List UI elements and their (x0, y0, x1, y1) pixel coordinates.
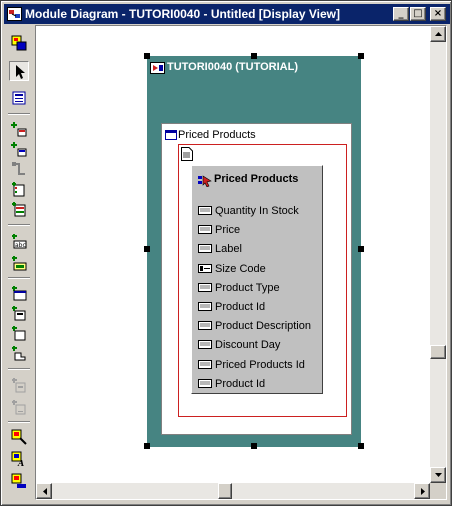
diagram-toolbar: abc A (4, 25, 34, 504)
module-title: TUTORI0040 (TUTORIAL) (167, 61, 298, 73)
horizontal-scrollbar[interactable] (36, 483, 430, 499)
create-action-item-icon[interactable] (9, 303, 29, 323)
minimize-button[interactable]: _ (393, 7, 409, 21)
scroll-up-button[interactable] (430, 26, 446, 42)
document-icon (181, 147, 193, 164)
selection-handle[interactable] (144, 53, 150, 59)
text-item-icon (198, 282, 212, 295)
svg-text:A: A (17, 458, 24, 467)
attribute-label: Product Description (215, 320, 311, 333)
window-title: Module Diagram - TUTORI0040 - Untitled [… (25, 7, 340, 21)
attribute-label: Product Id (215, 300, 266, 313)
toolbar-separator (8, 113, 30, 115)
toolbar-separator (8, 224, 30, 226)
content-canvas-block[interactable]: Priced Products Quantity In Stock Price La… (178, 144, 347, 417)
create-unbound-item-icon[interactable] (9, 253, 29, 273)
scroll-left-button[interactable] (36, 483, 52, 499)
text-item-icon (198, 225, 212, 237)
disabled-tool-icon-2 (9, 397, 29, 417)
text-item-icon (198, 301, 212, 314)
create-window-icon[interactable] (9, 283, 29, 303)
horizontal-scroll-thumb[interactable] (218, 483, 232, 499)
text-item-icon (198, 359, 212, 372)
selection-handle[interactable] (144, 246, 150, 252)
attribute-label: Price (215, 224, 241, 237)
create-bound-item-icon[interactable]: abc (9, 231, 29, 251)
format-icon[interactable] (9, 427, 29, 447)
attribute-label: Product Id (215, 377, 266, 390)
scroll-down-button[interactable] (430, 467, 446, 483)
text-item-icon (198, 244, 212, 256)
selection-handle[interactable] (358, 53, 364, 59)
window-form[interactable]: Priced Products Priced Products Quantity… (161, 123, 352, 435)
toolbar-separator (8, 277, 30, 279)
disabled-tool-icon (9, 375, 29, 395)
maximize-button[interactable]: □ (410, 7, 426, 21)
layout-icon[interactable] (9, 33, 29, 53)
text-item-icon (198, 206, 212, 218)
color-icon[interactable] (9, 471, 29, 491)
selection-handle[interactable] (358, 246, 364, 252)
attribute-label: Discount Day (215, 339, 281, 352)
scrollbar-corner (430, 483, 446, 499)
module-icon (150, 62, 165, 77)
create-subquery-icon[interactable] (9, 199, 29, 219)
scroll-right-button[interactable] (414, 483, 430, 499)
text-item-icon (198, 340, 212, 352)
text-item-icon (198, 378, 212, 391)
toolbar-separator (8, 421, 30, 423)
create-item-group-icon[interactable] (9, 343, 29, 363)
toolbar-separator (8, 368, 30, 370)
app-icon (7, 7, 22, 21)
text-item-icon (198, 321, 212, 333)
create-lookup-table-usage-icon[interactable] (9, 139, 29, 159)
attribute-label: Label (215, 243, 242, 256)
attribute-label: Size Code (215, 262, 266, 275)
create-base-table-usage-icon[interactable] (9, 119, 29, 139)
selection-handle[interactable] (251, 53, 257, 59)
svg-text:abc: abc (15, 242, 26, 249)
close-button[interactable]: × (430, 7, 446, 21)
window-icon (165, 130, 177, 143)
list-item-icon (198, 263, 212, 276)
table-usage-priced-products[interactable]: Priced Products Quantity In Stock Price La… (191, 165, 323, 394)
module-component-icon[interactable] (9, 88, 29, 108)
attribute-label: Product Type (215, 281, 280, 294)
vertical-scroll-thumb[interactable] (430, 345, 446, 359)
window-form-title: Priced Products (178, 129, 256, 141)
diagram-area: TUTORI0040 (TUTORIAL) Priced Products Pr… (35, 25, 447, 500)
attribute-label: Priced Products Id (215, 358, 305, 371)
table-usage-title: Priced Products (214, 173, 299, 185)
selection-handle[interactable] (358, 443, 364, 449)
font-icon[interactable]: A (9, 449, 29, 469)
vertical-scrollbar[interactable] (430, 26, 446, 483)
table-usage-icon (198, 175, 212, 190)
diagram-canvas[interactable]: TUTORI0040 (TUTORIAL) Priced Products Pr… (37, 27, 430, 482)
create-link-icon[interactable] (9, 159, 29, 179)
select-pointer-icon[interactable] (9, 61, 29, 81)
module-element[interactable]: TUTORI0040 (TUTORIAL) Priced Products Pr… (147, 56, 361, 447)
create-navigation-item-icon[interactable] (9, 323, 29, 343)
selection-handle[interactable] (144, 443, 150, 449)
attribute-label: Quantity In Stock (215, 205, 299, 217)
module-diagram-window: Module Diagram - TUTORI0040 - Untitled [… (0, 0, 452, 506)
create-key-based-link-icon[interactable] (9, 179, 29, 199)
selection-handle[interactable] (251, 443, 257, 449)
title-bar[interactable]: Module Diagram - TUTORI0040 - Untitled [… (4, 4, 450, 24)
